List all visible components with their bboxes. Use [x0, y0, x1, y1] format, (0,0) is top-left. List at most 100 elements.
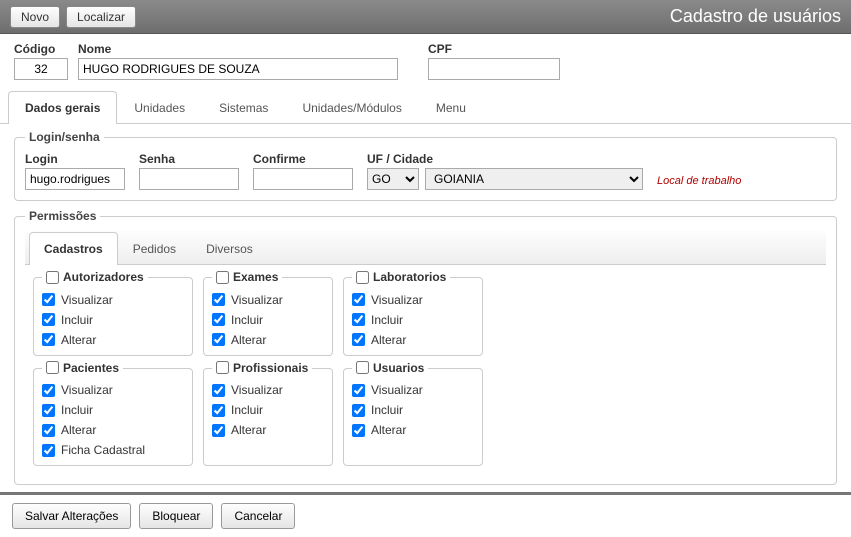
perm-checkbox[interactable]	[42, 404, 55, 417]
tab-unidades-modulos[interactable]: Unidades/Módulos	[285, 91, 418, 124]
perm-checkbox[interactable]	[212, 333, 225, 346]
perm-checkbox[interactable]	[42, 444, 55, 457]
perm-checkbox[interactable]	[42, 384, 55, 397]
perm-option[interactable]: Visualizar	[212, 383, 324, 397]
uf-select[interactable]: GO	[367, 168, 419, 190]
perm-checkbox[interactable]	[212, 293, 225, 306]
perm-option[interactable]: Alterar	[212, 333, 324, 347]
perm-label: Visualizar	[231, 293, 283, 307]
codigo-input[interactable]	[14, 58, 68, 80]
perm-option[interactable]: Visualizar	[352, 383, 474, 397]
tab-pedidos[interactable]: Pedidos	[118, 232, 191, 265]
perm-checkbox[interactable]	[42, 333, 55, 346]
perm-option[interactable]: Visualizar	[352, 293, 474, 307]
perm-checkbox[interactable]	[42, 293, 55, 306]
perm-checkbox[interactable]	[212, 404, 225, 417]
perm-group-usuarios: UsuariosVisualizarIncluirAlterar	[343, 368, 483, 467]
perm-option[interactable]: Incluir	[212, 403, 324, 417]
perm-option[interactable]: Visualizar	[212, 293, 324, 307]
perm-option[interactable]: Alterar	[352, 423, 474, 437]
perm-option[interactable]: Alterar	[352, 333, 474, 347]
perm-option[interactable]: Incluir	[352, 403, 474, 417]
tab-unidades[interactable]: Unidades	[117, 91, 202, 124]
novo-button[interactable]: Novo	[10, 6, 60, 28]
perm-group-pacientes: PacientesVisualizarIncluirAlterarFicha C…	[33, 368, 193, 467]
localizar-button[interactable]: Localizar	[66, 6, 136, 28]
perm-label: Incluir	[61, 313, 93, 327]
perm-checkbox[interactable]	[352, 293, 365, 306]
perm-option[interactable]: Incluir	[42, 313, 184, 327]
perm-option[interactable]: Alterar	[212, 423, 324, 437]
perm-checkbox[interactable]	[352, 404, 365, 417]
codigo-label: Código	[14, 42, 68, 56]
perm-checkbox[interactable]	[352, 424, 365, 437]
uf-cidade-field: UF / Cidade GO GOIANIA	[367, 152, 643, 190]
perm-checkbox[interactable]	[352, 313, 365, 326]
uf-cidade-label: UF / Cidade	[367, 152, 643, 166]
perm-option[interactable]: Alterar	[42, 423, 184, 437]
perm-label: Visualizar	[61, 293, 113, 307]
perm-group-checkbox-pacientes[interactable]	[46, 361, 59, 374]
perm-label: Alterar	[231, 423, 266, 437]
salvar-button[interactable]: Salvar Alterações	[12, 503, 131, 529]
perm-label: Alterar	[371, 333, 406, 347]
login-label: Login	[25, 152, 125, 166]
tab-diversos[interactable]: Diversos	[191, 232, 268, 265]
senha-field: Senha	[139, 152, 239, 190]
confirme-label: Confirme	[253, 152, 353, 166]
perm-label: Alterar	[61, 423, 96, 437]
perm-checkbox[interactable]	[42, 424, 55, 437]
confirme-input[interactable]	[253, 168, 353, 190]
cidade-select[interactable]: GOIANIA	[425, 168, 643, 190]
perm-group-label: Laboratorios	[373, 270, 446, 284]
perm-group-checkbox-profissionais[interactable]	[216, 361, 229, 374]
perm-checkbox[interactable]	[42, 313, 55, 326]
tab-menu[interactable]: Menu	[419, 91, 483, 124]
local-trabalho-hint: Local de trabalho	[657, 175, 741, 190]
codigo-field: Código	[14, 42, 68, 80]
perm-option[interactable]: Alterar	[42, 333, 184, 347]
tab-sistemas[interactable]: Sistemas	[202, 91, 285, 124]
perm-option[interactable]: Ficha Cadastral	[42, 443, 184, 457]
bloquear-button[interactable]: Bloquear	[139, 503, 213, 529]
login-input[interactable]	[25, 168, 125, 190]
cpf-label: CPF	[428, 42, 560, 56]
perm-checkbox[interactable]	[352, 333, 365, 346]
cpf-input[interactable]	[428, 58, 560, 80]
tab-body: Login/senha Login Senha Confirme UF / Ci…	[0, 124, 851, 507]
perm-label: Alterar	[61, 333, 96, 347]
perm-option[interactable]: Visualizar	[42, 383, 184, 397]
perm-label: Incluir	[371, 313, 403, 327]
perm-group-label: Profissionais	[233, 361, 308, 375]
bottombar: Salvar Alterações Bloquear Cancelar	[0, 492, 851, 537]
perm-checkbox[interactable]	[212, 313, 225, 326]
perm-label: Incluir	[231, 313, 263, 327]
page-title: Cadastro de usuários	[670, 6, 841, 27]
perm-label: Visualizar	[371, 293, 423, 307]
nome-input[interactable]	[78, 58, 398, 80]
perm-option[interactable]: Incluir	[212, 313, 324, 327]
cancelar-button[interactable]: Cancelar	[221, 503, 295, 529]
perm-group-checkbox-laboratorios[interactable]	[356, 271, 369, 284]
senha-input[interactable]	[139, 168, 239, 190]
login-field: Login	[25, 152, 125, 190]
perm-group-exames: ExamesVisualizarIncluirAlterar	[203, 277, 333, 356]
perm-label: Visualizar	[371, 383, 423, 397]
tab-cadastros[interactable]: Cadastros	[29, 232, 118, 265]
perm-label: Ficha Cadastral	[61, 443, 145, 457]
perm-group-label: Usuarios	[373, 361, 424, 375]
perm-checkbox[interactable]	[212, 424, 225, 437]
perm-label: Incluir	[61, 403, 93, 417]
tab-dados-gerais[interactable]: Dados gerais	[8, 91, 117, 124]
perm-group-checkbox-exames[interactable]	[216, 271, 229, 284]
perm-checkbox[interactable]	[212, 384, 225, 397]
permissoes-fieldset: Permissões Cadastros Pedidos Diversos Au…	[14, 209, 837, 485]
perm-group-checkbox-usuarios[interactable]	[356, 361, 369, 374]
perm-group-checkbox-autorizadores[interactable]	[46, 271, 59, 284]
perm-option[interactable]: Visualizar	[42, 293, 184, 307]
perm-checkbox[interactable]	[352, 384, 365, 397]
perm-group-profissionais: ProfissionaisVisualizarIncluirAlterar	[203, 368, 333, 467]
header-row: Código Nome CPF	[0, 34, 851, 84]
perm-option[interactable]: Incluir	[42, 403, 184, 417]
perm-option[interactable]: Incluir	[352, 313, 474, 327]
